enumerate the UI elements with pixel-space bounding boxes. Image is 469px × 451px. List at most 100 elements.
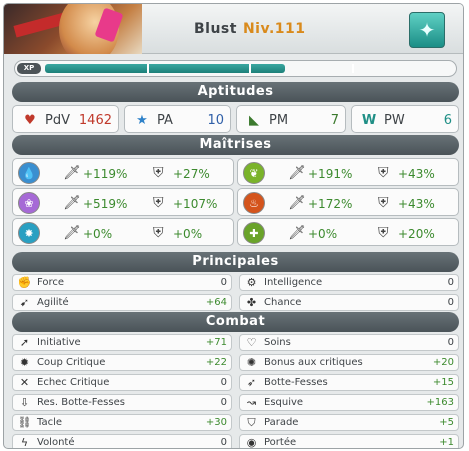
section-combat: Combat xyxy=(12,312,459,332)
stat-value: +5 xyxy=(439,417,454,428)
aptitude-value: 7 xyxy=(330,113,339,128)
aptitude-pm: ◣ PM 7 xyxy=(236,105,346,133)
mastery-row-earth: ❦ 🗡 +191% ⛨ +43% xyxy=(237,158,459,186)
combat-row: ⇩ Res. Botte-Fesses 0 xyxy=(12,394,232,411)
heart-icon: ♥ xyxy=(24,112,36,128)
character-sheet-panel: Blust Niv.111 ✦ XP Aptitudes ♥ PdV 1462 ★… xyxy=(3,3,464,449)
mastery-value: +0% xyxy=(83,227,113,241)
stat-value: 0 xyxy=(220,277,227,288)
sword-icon: 🗡 xyxy=(63,225,81,241)
sadida-class-icon[interactable]: ✦ xyxy=(409,12,445,48)
combat-row: ◉ Portée +1 xyxy=(239,434,459,449)
principales-row: ➹ Agilité +64 xyxy=(12,294,232,311)
range-icon: ◉ xyxy=(246,436,257,449)
earth-icon: ❦ xyxy=(243,162,265,184)
sword-icon: 🗡 xyxy=(288,225,306,241)
stat-label: Coup Critique xyxy=(37,357,106,368)
agility-icon: ➹ xyxy=(19,296,30,309)
combat-row: ⛓ Tacle +30 xyxy=(12,414,232,431)
mastery-value: +191% xyxy=(308,167,353,181)
resistance-value: +0% xyxy=(173,227,203,241)
fire-icon: ♨ xyxy=(243,192,265,214)
kick-icon: ➶ xyxy=(246,376,257,389)
xp-bar: XP xyxy=(14,60,457,77)
stat-label: Volonté xyxy=(37,437,75,448)
critical-bonus-icon: ✺ xyxy=(246,356,257,369)
brain-icon: ⚙ xyxy=(246,276,257,289)
resistance-value: +43% xyxy=(398,167,435,181)
stat-label: Esquive xyxy=(264,397,304,408)
mastery-value: +0% xyxy=(308,227,338,241)
combat-row: ϟ Volonté 0 xyxy=(12,434,232,449)
character-header: Blust Niv.111 ✦ xyxy=(4,4,463,54)
tackle-icon: ⛓ xyxy=(17,416,32,429)
combat-row: ➶ Botte-Fesses +15 xyxy=(239,374,459,391)
aptitude-value: 6 xyxy=(443,113,452,128)
shield-icon: ⛨ xyxy=(153,195,164,211)
mastery-row-fire: ♨ 🗡 +172% ⛨ +43% xyxy=(237,188,459,216)
stat-value: 0 xyxy=(447,297,454,308)
sword-icon: 🗡 xyxy=(63,165,81,181)
stat-value: +30 xyxy=(205,417,227,428)
character-name-line: Blust Niv.111 xyxy=(194,21,306,37)
stat-value: 0 xyxy=(220,437,227,448)
stat-label: Chance xyxy=(264,297,302,308)
section-principales: Principales xyxy=(12,252,459,272)
aptitude-label: PA xyxy=(157,113,173,128)
shield-icon: ⛨ xyxy=(378,225,389,241)
aptitude-value: 1462 xyxy=(78,113,112,128)
stat-value: 0 xyxy=(447,337,454,348)
stat-label: Initiative xyxy=(37,337,81,348)
critical-icon: ✹ xyxy=(19,356,30,369)
shield-icon: ⛨ xyxy=(153,165,164,181)
combat-row: ✕ Echec Critique 0 xyxy=(12,374,232,391)
stat-label: Soins xyxy=(264,337,291,348)
stat-value: +20 xyxy=(432,357,454,368)
stat-label: Botte-Fesses xyxy=(264,377,328,388)
kick-res-icon: ⇩ xyxy=(19,396,30,409)
stat-label: Bonus aux critiques xyxy=(264,357,363,368)
critical-fail-icon: ✕ xyxy=(19,376,30,389)
air-icon: ❀ xyxy=(18,192,40,214)
aptitude-value: 10 xyxy=(207,113,224,128)
clover-icon: ✤ xyxy=(246,296,257,309)
stat-value: 0 xyxy=(220,377,227,388)
stat-value: +163 xyxy=(426,397,454,408)
section-maitrises: Maîtrises xyxy=(12,135,459,155)
stat-label: Agilité xyxy=(37,297,69,308)
wakfu-icon: W xyxy=(361,112,377,128)
principales-row: ✤ Chance 0 xyxy=(239,294,459,311)
combat-row: ⛉ Parade +5 xyxy=(239,414,459,431)
aptitude-pdv: ♥ PdV 1462 xyxy=(12,105,119,133)
fist-icon: ✊ xyxy=(17,276,32,289)
stat-label: Parade xyxy=(264,417,299,428)
shield-icon: ⛨ xyxy=(378,195,389,211)
stat-label: Echec Critique xyxy=(37,377,110,388)
character-name: Blust xyxy=(194,21,237,37)
resistance-value: +107% xyxy=(173,197,218,211)
principales-row: ⚙ Intelligence 0 xyxy=(239,274,459,291)
stat-value: +71 xyxy=(205,337,227,348)
stat-value: 0 xyxy=(220,397,227,408)
combat-row: ✹ Coup Critique +22 xyxy=(12,354,232,371)
aptitude-label: PdV xyxy=(45,113,70,128)
stat-label: Intelligence xyxy=(264,277,323,288)
mastery-value: +119% xyxy=(83,167,128,181)
stat-value: +15 xyxy=(432,377,454,388)
aptitude-label: PW xyxy=(384,113,405,128)
stat-label: Portée xyxy=(264,437,297,448)
combat-row: ↝ Esquive +163 xyxy=(239,394,459,411)
resistance-value: +20% xyxy=(398,227,435,241)
stat-value: 0 xyxy=(447,277,454,288)
aptitude-pw: W PW 6 xyxy=(351,105,459,133)
stat-label: Res. Botte-Fesses xyxy=(37,397,125,408)
shield-icon: ⛨ xyxy=(378,165,389,181)
water-icon: 💧 xyxy=(18,162,40,184)
shield-icon: ⛨ xyxy=(153,225,164,241)
star-icon: ★ xyxy=(136,112,148,128)
principales-row: ✊ Force 0 xyxy=(12,274,232,291)
dodge-icon: ↝ xyxy=(246,396,257,409)
willpower-icon: ϟ xyxy=(20,436,29,449)
mastery-row-stasis: ✸ 🗡 +0% ⛨ +0% xyxy=(12,218,234,246)
support-icon: ✚ xyxy=(243,222,265,244)
